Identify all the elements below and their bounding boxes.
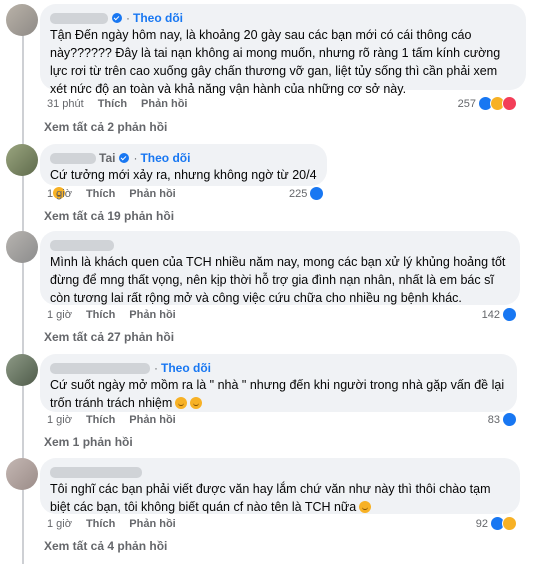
reaction-summary[interactable]: 83: [488, 412, 517, 427]
view-replies-link[interactable]: Xem tất cả 19 phản hồi: [44, 209, 174, 223]
face-emoji-icon: [359, 501, 372, 513]
like-reaction-icon: [502, 307, 517, 322]
reaction-count: 83: [487, 413, 500, 426]
reaction-count: 257: [457, 97, 476, 110]
reaction-summary[interactable]: 257: [458, 96, 517, 111]
comment-time[interactable]: 1 giờ: [47, 518, 72, 530]
comment-time[interactable]: 31 phút: [47, 98, 84, 110]
avatar[interactable]: [6, 231, 38, 263]
comment-text: Cứ suốt ngày mở mồm ra là " nhà " nhưng …: [50, 378, 505, 410]
verified-badge-icon: [119, 153, 130, 163]
verified-badge-icon: [112, 13, 122, 23]
like-button[interactable]: Thích: [86, 414, 115, 426]
love-reaction-icon: [502, 96, 517, 111]
comment-bubble: · Theo dõi Tận Đến ngày hôm nay, là khoả…: [40, 4, 526, 96]
comment-text: Mình là khách quen của TCH nhiều năm nay…: [50, 255, 506, 305]
comment-bubble: · Theo dõi Cứ suốt ngày mở mồm ra là " n…: [40, 354, 517, 412]
follow-button[interactable]: Theo dõi: [133, 10, 183, 26]
reaction-count: 92: [475, 517, 488, 530]
reaction-count: 142: [481, 308, 500, 321]
like-reaction-icon: [309, 186, 325, 201]
like-button[interactable]: Thích: [98, 98, 127, 110]
comment-time[interactable]: 1 giờ: [47, 188, 72, 200]
reply-button[interactable]: Phản hồi: [129, 414, 175, 426]
commenter-name-blurred[interactable]: [50, 239, 114, 251]
reply-button[interactable]: Phản hồi: [129, 188, 175, 200]
like-button[interactable]: Thích: [86, 518, 115, 530]
haha-reaction-icon: [502, 516, 517, 531]
commenter-name-blurred[interactable]: [50, 152, 96, 164]
comment-text: Cứ tưởng mới xảy ra, nhưng không ngờ từ …: [50, 168, 317, 182]
avatar[interactable]: [6, 144, 38, 176]
reaction-summary[interactable]: 142: [482, 307, 517, 322]
follow-button[interactable]: Theo dõi: [140, 150, 190, 166]
follow-button[interactable]: Theo dõi: [161, 360, 211, 376]
reply-button[interactable]: Phản hồi: [141, 98, 187, 110]
reply-button[interactable]: Phản hồi: [129, 309, 175, 321]
comment-time[interactable]: 1 giờ: [47, 309, 72, 321]
view-replies-link[interactable]: Xem 1 phản hồi: [44, 435, 133, 449]
face-emoji-icon: [190, 397, 203, 409]
face-emoji-icon: [175, 397, 188, 409]
view-replies-link[interactable]: Xem tất cả 2 phản hồi: [44, 120, 167, 134]
comment-bubble: Tôi nghĩ các bạn phải viết được văn hay …: [40, 458, 520, 514]
reply-button[interactable]: Phản hồi: [129, 518, 175, 530]
like-button[interactable]: Thích: [86, 309, 115, 321]
comment-bubble: Mình là khách quen của TCH nhiều năm nay…: [40, 231, 520, 305]
avatar[interactable]: [6, 354, 38, 386]
like-reaction-icon: [502, 412, 517, 427]
commenter-name-blurred[interactable]: [50, 362, 150, 374]
like-button[interactable]: Thích: [86, 188, 115, 200]
commenter-name-blurred[interactable]: [50, 466, 142, 478]
reaction-count: 225: [289, 187, 308, 200]
comment-bubble: Tai · Theo dõi Cứ tưởng mới xảy ra, nhưn…: [40, 144, 327, 199]
reaction-summary[interactable]: 92: [476, 516, 517, 531]
view-replies-link[interactable]: Xem tất cả 4 phản hồi: [44, 539, 167, 553]
view-replies-link[interactable]: Xem tất cả 27 phản hồi: [44, 330, 174, 344]
comment-text: Tôi nghĩ các bạn phải viết được văn hay …: [50, 482, 491, 514]
commenter-name-visible[interactable]: Tai: [99, 150, 115, 166]
commenter-name-blurred[interactable]: [50, 12, 108, 24]
reaction-summary[interactable]: 225: [289, 186, 325, 201]
comment-text: Tận Đến ngày hôm nay, là khoảng 20 gày s…: [50, 28, 501, 96]
avatar[interactable]: [6, 458, 38, 490]
comment-time[interactable]: 1 giờ: [47, 414, 72, 426]
avatar[interactable]: [6, 4, 38, 36]
